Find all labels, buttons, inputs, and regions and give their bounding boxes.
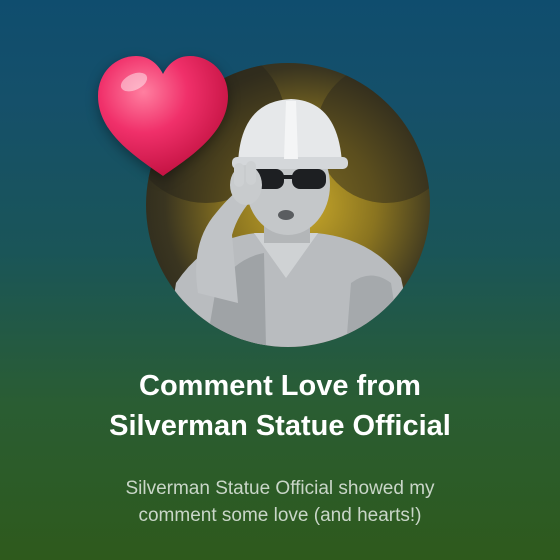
- notification-body: Silverman Statue Official showed my comm…: [0, 475, 560, 529]
- notification-title: Comment Love from Silverman Statue Offic…: [0, 366, 560, 446]
- heart-icon: [98, 56, 228, 176]
- title-line-1: Comment Love from: [139, 370, 421, 402]
- title-line-2: Silverman Statue Official: [109, 410, 451, 442]
- body-line-1: Silverman Statue Official showed my: [125, 478, 435, 499]
- body-line-2: comment some love (and hearts!): [138, 505, 422, 526]
